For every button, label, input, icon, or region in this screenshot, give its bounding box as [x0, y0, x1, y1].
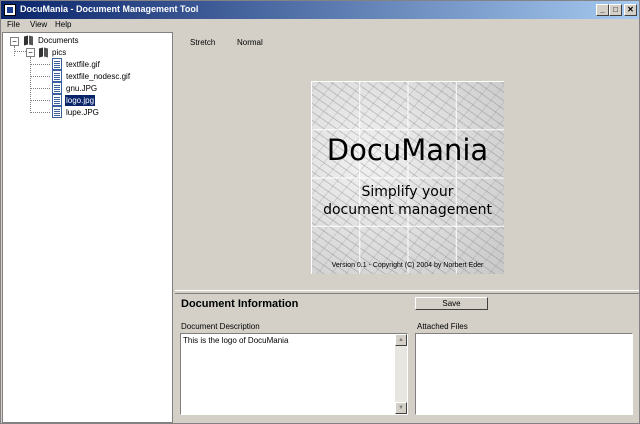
tree-item-file[interactable]: textfile_nodesc.gif — [3, 70, 173, 82]
document-tree[interactable]: − Documents − pics textfile.gif textfile… — [2, 32, 173, 423]
scroll-down-icon[interactable]: ▼ — [395, 402, 407, 414]
file-icon — [52, 94, 62, 106]
tree-item-label: textfile.gif — [66, 60, 100, 69]
tree-node-label: Documents — [38, 36, 79, 45]
logo-copyright: Version 0.1 - Copyright (C) 2004 by Norb… — [331, 262, 484, 269]
save-button[interactable]: Save — [415, 297, 488, 310]
collapse-icon[interactable]: − — [10, 37, 19, 46]
logo-title: DocuMania — [326, 133, 489, 167]
file-icon — [52, 82, 62, 94]
document-info-panel: Document Information Save Document Descr… — [175, 294, 639, 423]
scroll-up-icon[interactable]: ▲ — [395, 334, 407, 346]
logo-tagline-line2: document management — [323, 202, 492, 218]
tab-stretch[interactable]: Stretch — [190, 38, 215, 47]
close-button[interactable]: ✕ — [624, 4, 637, 16]
tree-node-pics[interactable]: − pics — [3, 47, 173, 58]
info-heading: Document Information — [181, 298, 299, 310]
file-icon — [52, 70, 62, 82]
window-title: DocuMania - Document Management Tool — [20, 4, 199, 14]
logo-tagline-line1: Simplify your — [361, 184, 454, 200]
tree-item-label: logo.jpg — [63, 94, 97, 107]
description-value: This is the logo of DocuMania — [183, 336, 289, 345]
logo-image: DocuMania Simplify your document managem… — [311, 81, 504, 274]
file-icon — [52, 58, 62, 70]
menu-help[interactable]: Help — [55, 20, 71, 29]
attached-files-list[interactable] — [415, 333, 633, 415]
title-bar[interactable]: DocuMania - Document Management Tool _ □… — [1, 1, 639, 19]
app-icon[interactable] — [4, 4, 16, 16]
menu-view[interactable]: View — [30, 20, 47, 29]
minimize-button[interactable]: _ — [596, 4, 609, 16]
file-icon — [52, 106, 62, 118]
tree-item-label: gnu.JPG — [66, 84, 98, 93]
tree-item-label: textfile_nodesc.gif — [66, 72, 131, 81]
tab-normal[interactable]: Normal — [237, 38, 263, 47]
tree-node-label: pics — [52, 48, 67, 57]
tree-item-file-selected[interactable]: logo.jpg — [3, 94, 173, 107]
tree-node-documents[interactable]: − Documents — [3, 35, 173, 46]
image-viewer: Stretch Normal DocuMania Simplify your d… — [175, 32, 639, 290]
collapse-icon[interactable]: − — [26, 48, 35, 57]
description-scrollbar[interactable]: ▲ ▼ — [395, 334, 407, 414]
tree-item-file[interactable]: gnu.JPG — [3, 82, 173, 94]
menu-bar: File View Help — [1, 19, 639, 32]
app-window: DocuMania - Document Management Tool _ □… — [0, 0, 640, 424]
maximize-button[interactable]: □ — [609, 4, 622, 16]
description-textarea[interactable]: This is the logo of DocuMania ▲ ▼ — [180, 333, 408, 415]
book-icon — [23, 35, 35, 46]
attached-files-label: Attached Files — [417, 322, 468, 331]
tree-item-file[interactable]: lupe.JPG — [3, 106, 173, 118]
book-icon — [38, 47, 50, 58]
description-label: Document Description — [181, 322, 260, 331]
menu-file[interactable]: File — [7, 20, 20, 29]
tree-item-file[interactable]: textfile.gif — [3, 58, 173, 70]
tree-item-label: lupe.JPG — [66, 108, 99, 117]
